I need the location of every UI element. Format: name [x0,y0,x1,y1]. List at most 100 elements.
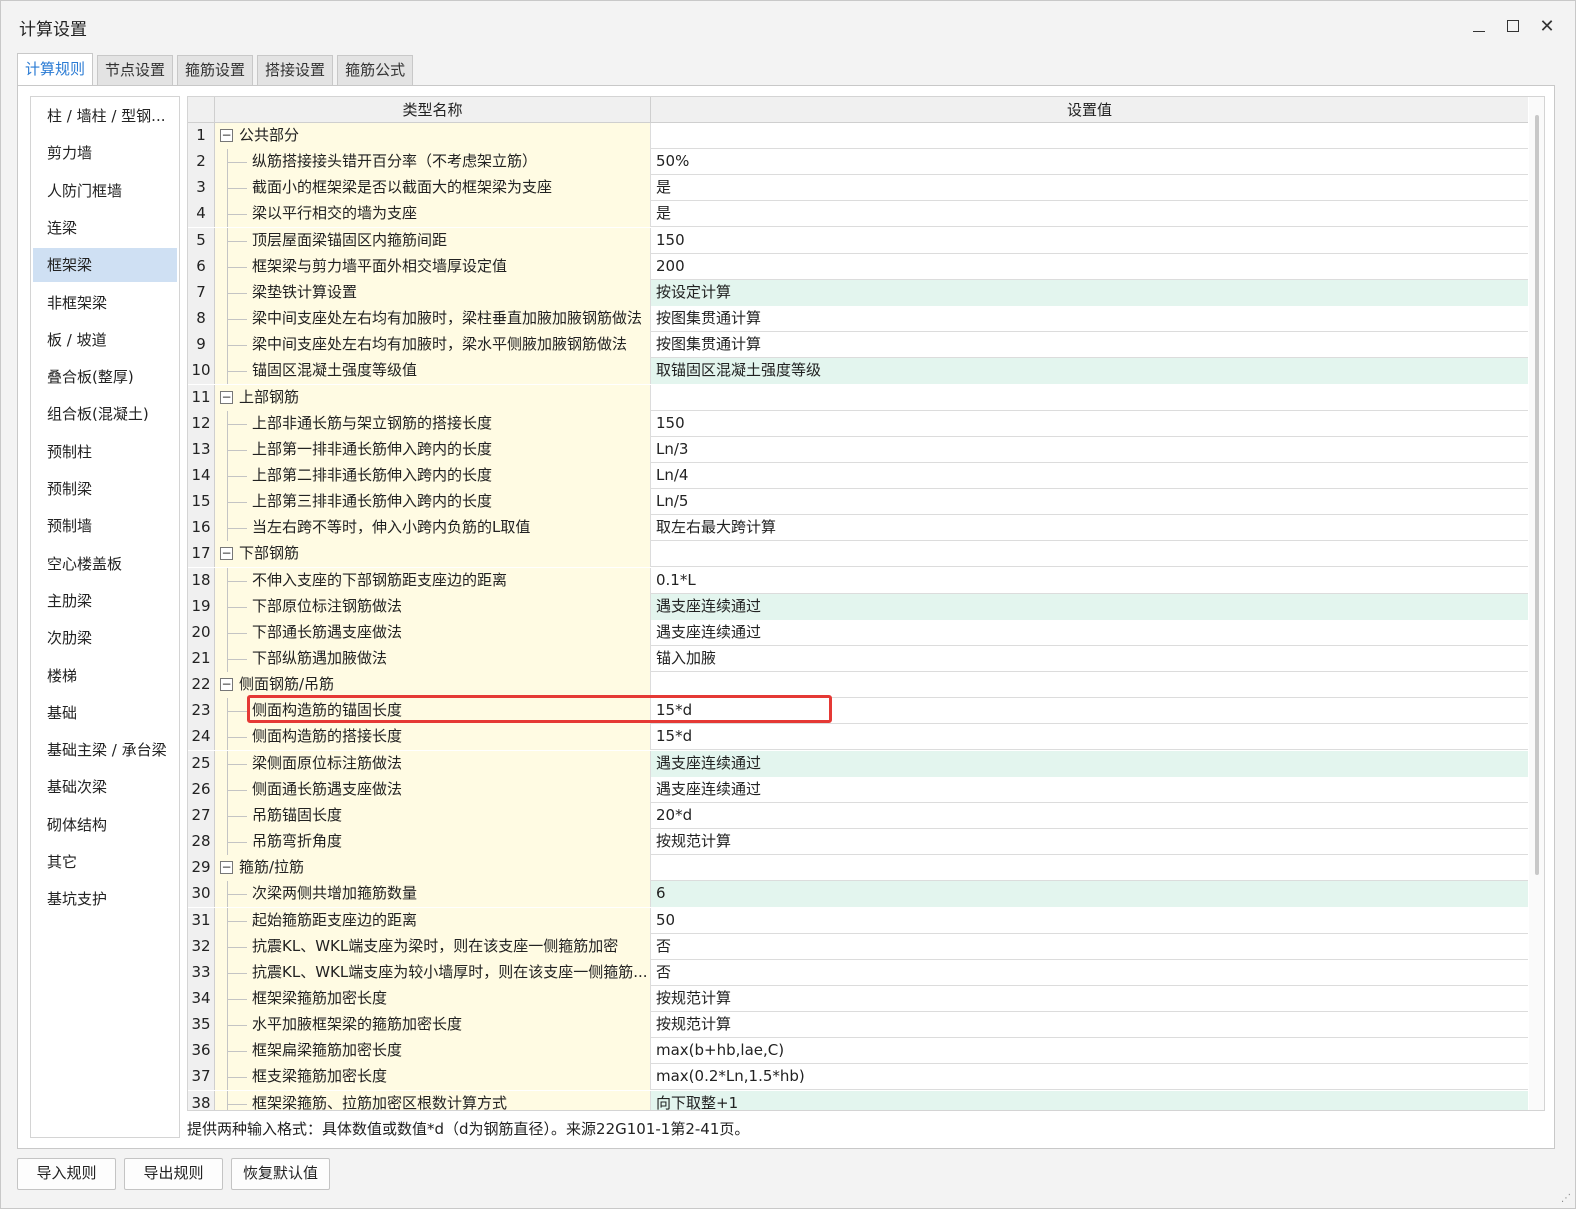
resize-grip-icon[interactable]: ⋰ [1561,1194,1571,1204]
sidebar-item[interactable]: 主肋梁 [33,584,177,618]
setting-value-cell[interactable]: 按规范计算 [651,1012,1528,1038]
sidebar-item[interactable]: 基础主梁 / 承台梁 [33,733,177,767]
setting-value-cell[interactable] [651,385,1528,411]
setting-value-cell[interactable]: 按规范计算 [651,829,1528,855]
setting-value-cell[interactable]: 锚入加腋 [651,646,1528,672]
table-row[interactable]: 33 抗震KL、WKL端支座为较小墙厚时，则在该支座一侧箍筋... 否 [188,959,1528,986]
setting-value-cell[interactable]: 15*d [651,724,1528,750]
sidebar-item[interactable]: 连梁 [33,211,177,245]
sidebar-item[interactable]: 人防门框墙 [33,174,177,208]
table-row[interactable]: 5 顶层屋面梁锚固区内箍筋间距 150 [188,227,1528,254]
sidebar-item[interactable]: 板 / 坡道 [33,323,177,357]
table-row[interactable]: 6 框架梁与剪力墙平面外相交墙厚设定值 200 [188,253,1528,280]
table-row[interactable]: 34 框架梁箍筋加密长度 按规范计算 [188,985,1528,1012]
sidebar-item[interactable]: 预制梁 [33,472,177,506]
setting-value-cell[interactable]: 否 [651,960,1528,986]
table-row[interactable]: 26 侧面通长筋遇支座做法 遇支座连续通过 [188,776,1528,803]
sidebar-item[interactable]: 非框架梁 [33,286,177,320]
table-row[interactable]: 9 梁中间支座处左右均有加腋时，梁水平侧腋加腋钢筋做法 按图集贯通计算 [188,332,1528,359]
setting-value-cell[interactable]: 取左右最大跨计算 [651,515,1528,541]
group-row[interactable]: 11− 上部钢筋 [188,384,1528,411]
header-type-name[interactable]: 类型名称 [215,97,651,123]
group-row[interactable]: 1− 公共部分 [188,123,1528,149]
setting-value-cell[interactable]: 50% [651,149,1528,175]
setting-value-cell[interactable]: 遇支座连续通过 [651,750,1528,777]
table-row[interactable]: 3 截面小的框架梁是否以截面大的框架梁为支座 是 [188,175,1528,202]
table-row[interactable]: 12 上部非通长筋与架立钢筋的搭接长度 150 [188,410,1528,437]
setting-value-cell[interactable]: 6 [651,881,1528,908]
table-row[interactable]: 10 锚固区混凝土强度等级值 取锚固区混凝土强度等级 [188,358,1528,385]
setting-value-cell[interactable]: 按设定计算 [651,279,1528,306]
sidebar-item[interactable]: 组合板(混凝土) [33,397,177,431]
sidebar-item[interactable]: 预制柱 [33,435,177,469]
group-row[interactable]: 22− 侧面钢筋/吊筋 [188,672,1528,699]
setting-value-cell[interactable]: 按图集贯通计算 [651,306,1528,332]
table-row[interactable]: 28 吊筋弯折角度 按规范计算 [188,829,1528,856]
table-row[interactable]: 18 不伸入支座的下部钢筋距支座边的距离 0.1*L [188,567,1528,594]
table-row[interactable]: 19 下部原位标注钢筋做法 遇支座连续通过 [188,593,1528,620]
setting-value-cell[interactable]: 否 [651,934,1528,960]
table-row[interactable]: 36 框架扁梁箍筋加密长度 max(b+hb,lae,C) [188,1038,1528,1065]
table-row[interactable]: 2 纵筋搭接接头错开百分率（不考虑架立筋） 50% [188,149,1528,176]
table-row[interactable]: 13 上部第一排非通长筋伸入跨内的长度 Ln/3 [188,436,1528,463]
tab-2[interactable]: 箍筋设置 [177,55,254,85]
setting-value-cell[interactable] [651,123,1528,149]
restore-defaults-button[interactable]: 恢复默认值 [231,1158,330,1190]
setting-value-cell[interactable]: 50 [651,908,1528,934]
table-row[interactable]: 14 上部第二排非通长筋伸入跨内的长度 Ln/4 [188,462,1528,489]
setting-value-cell[interactable]: 150 [651,411,1528,437]
table-row[interactable]: 25 梁侧面原位标注筋做法 遇支座连续通过 [188,750,1528,777]
table-row[interactable]: 27 吊筋锚固长度 20*d [188,802,1528,829]
setting-value-cell[interactable]: 200 [651,254,1528,280]
sidebar-item[interactable]: 基础 [33,696,177,730]
sidebar-item[interactable]: 剪力墙 [33,136,177,170]
setting-value-cell[interactable]: 20*d [651,803,1528,829]
table-row[interactable]: 21 下部纵筋遇加腋做法 锚入加腋 [188,646,1528,672]
setting-value-cell[interactable]: 向下取整+1 [651,1090,1528,1110]
import-rules-button[interactable]: 导入规则 [17,1158,116,1190]
sidebar-item[interactable]: 预制墙 [33,509,177,543]
scrollbar-thumb[interactable] [1535,115,1539,875]
sidebar-item[interactable]: 框架梁 [33,248,177,283]
sidebar-item[interactable]: 基坑支护 [33,882,177,916]
table-row[interactable]: 32 抗震KL、WKL端支座为梁时，则在该支座一侧箍筋加密 否 [188,933,1528,960]
sidebar-item[interactable]: 空心楼盖板 [33,547,177,581]
table-row[interactable]: 15 上部第三排非通长筋伸入跨内的长度 Ln/5 [188,489,1528,516]
vertical-scrollbar[interactable] [1529,97,1544,1110]
setting-value-cell[interactable]: 15*d [651,698,1528,724]
setting-value-cell[interactable]: 遇支座连续通过 [651,620,1528,646]
table-row[interactable]: 24 侧面构造筋的搭接长度 15*d [188,724,1528,751]
table-row[interactable]: 8 梁中间支座处左右均有加腋时，梁柱垂直加腋加腋钢筋做法 按图集贯通计算 [188,306,1528,333]
collapse-icon[interactable]: − [220,861,233,875]
table-row[interactable]: 7 梁垫铁计算设置 按设定计算 [188,279,1528,306]
tab-0[interactable]: 计算规则 [17,53,94,85]
header-setting-value[interactable]: 设置值 [651,97,1528,123]
sidebar-item[interactable]: 楼梯 [33,659,177,693]
setting-value-cell[interactable]: 是 [651,201,1528,227]
table-row[interactable]: 31 起始箍筋距支座边的距离 50 [188,907,1528,934]
setting-value-cell[interactable]: 按图集贯通计算 [651,332,1528,358]
table-row[interactable]: 37 框支梁箍筋加密长度 max(0.2*Ln,1.5*hb) [188,1064,1528,1091]
setting-value-cell[interactable]: Ln/4 [651,463,1528,489]
setting-value-cell[interactable]: 遇支座连续通过 [651,593,1528,620]
sidebar-item[interactable]: 叠合板(整厚) [33,360,177,394]
maximize-button[interactable] [1498,11,1528,41]
sidebar-item[interactable]: 次肋梁 [33,621,177,655]
tab-4[interactable]: 箍筋公式 [337,55,414,85]
close-button[interactable]: ✕ [1532,11,1562,41]
setting-value-cell[interactable]: Ln/3 [651,437,1528,463]
sidebar-item[interactable]: 柱 / 墙柱 / 型钢... [33,99,177,133]
sidebar-item[interactable]: 基础次梁 [33,770,177,804]
setting-value-cell[interactable]: max(0.2*Ln,1.5*hb) [651,1064,1528,1090]
table-row[interactable]: 16 当左右跨不等时，伸入小跨内负筋的L取值 取左右最大跨计算 [188,515,1528,542]
setting-value-cell[interactable]: 0.1*L [651,568,1528,594]
setting-value-cell[interactable]: max(b+hb,lae,C) [651,1038,1528,1064]
collapse-icon[interactable]: − [220,129,233,142]
collapse-icon[interactable]: − [220,390,233,404]
table-row[interactable]: 38 框架梁箍筋、拉筋加密区根数计算方式 向下取整+1 [188,1090,1528,1110]
tab-3[interactable]: 搭接设置 [257,55,334,85]
table-row[interactable]: 30 次梁两侧共增加箍筋数量 6 [188,881,1528,908]
table-row[interactable]: 20 下部通长筋遇支座做法 遇支座连续通过 [188,619,1528,646]
export-rules-button[interactable]: 导出规则 [124,1158,223,1190]
setting-value-cell[interactable]: 遇支座连续通过 [651,777,1528,803]
